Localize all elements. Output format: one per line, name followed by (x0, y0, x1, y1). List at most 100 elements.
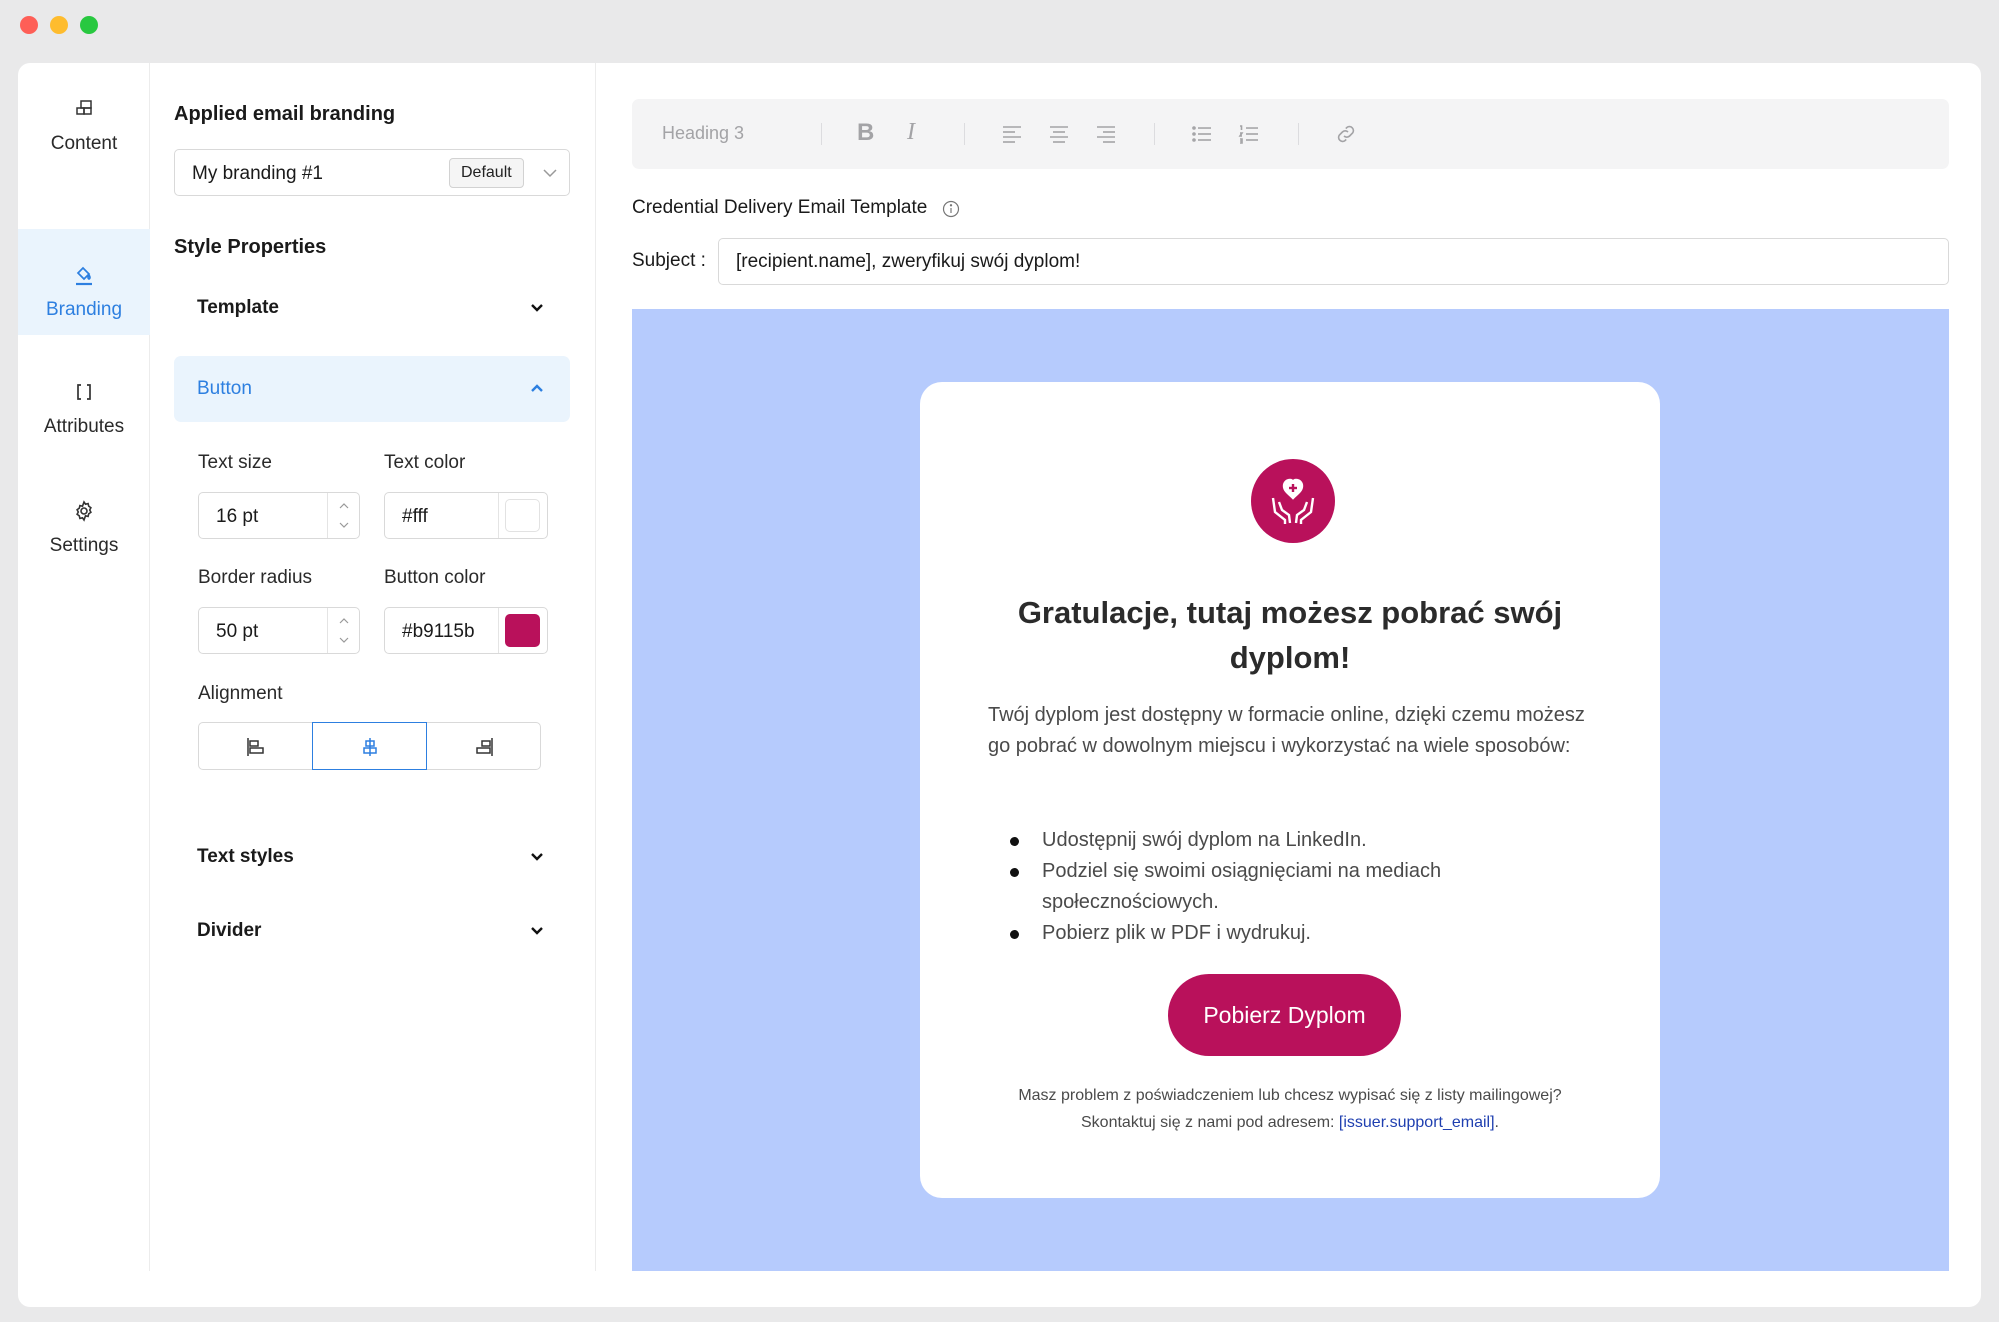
hands-heart-icon (1271, 478, 1315, 524)
border-radius-label: Border radius (198, 567, 313, 588)
stepper-up-icon[interactable] (338, 615, 350, 627)
alignment-group (198, 722, 542, 770)
template-title: Credential Delivery Email Template (632, 197, 928, 218)
text-color-label: Text color (384, 452, 466, 473)
minimize-window-button[interactable] (50, 16, 68, 34)
chevron-down-icon (531, 927, 543, 935)
list-item: Udostępnij swój dyplom na LinkedIn. (1010, 825, 1590, 856)
logo (1251, 459, 1335, 543)
stepper-controls (327, 493, 360, 538)
maximize-window-button[interactable] (80, 16, 98, 34)
button-color-label: Button color (384, 567, 486, 588)
align-center-button[interactable] (312, 722, 427, 770)
alignment-label: Alignment (198, 683, 283, 704)
list-item: Podziel się swoimi osiągnięciami na medi… (1010, 856, 1590, 918)
content-blocks-icon (76, 100, 92, 115)
border-radius-value: 50 pt (216, 621, 259, 642)
heading-select[interactable]: Heading 3 (662, 123, 744, 144)
footer-prefix: Skontaktuj się z nami pod adresem: (1081, 1114, 1339, 1131)
align-left-icon (247, 738, 264, 756)
stepper-controls (327, 608, 360, 653)
subject-input[interactable] (718, 238, 1949, 285)
align-right-icon (476, 738, 493, 756)
section-button-label: Button (197, 378, 252, 399)
section-button[interactable]: Button (174, 356, 570, 422)
email-card: Gratulacje, tutaj możesz pobrać swój dyp… (920, 382, 1660, 1198)
footer-line-2: Skontaktuj się z nami pod adresem: [issu… (940, 1109, 1640, 1136)
email-heading: Gratulacje, tutaj możesz pobrać swój dyp… (1017, 595, 1563, 675)
text-color-input[interactable]: #fff (384, 492, 548, 539)
align-center-icon (363, 738, 377, 756)
section-divider-label: Divider (197, 920, 262, 941)
button-color-swatch[interactable] (505, 614, 540, 647)
subject-label: Subject : (632, 250, 706, 271)
email-bullet-list: Udostępnij swój dyplom na LinkedIn. Podz… (1010, 825, 1590, 949)
close-window-button[interactable] (20, 16, 38, 34)
button-color-value: #b9115b (402, 621, 475, 642)
support-email-link[interactable]: [issuer.support_email] (1339, 1114, 1495, 1131)
nav-item-attributes[interactable]: Attributes (18, 346, 150, 452)
section-text-styles[interactable]: Text styles (174, 824, 570, 890)
swatch-wrap (498, 493, 547, 538)
default-badge: Default (449, 158, 524, 188)
nav-item-label: Settings (49, 535, 119, 556)
swatch-wrap (498, 608, 547, 653)
toolbar-divider (1154, 123, 1155, 145)
align-right-button[interactable] (426, 722, 541, 770)
align-right-text-icon[interactable] (1094, 122, 1118, 146)
email-body-text: Twój dyplom jest dostępny w formacie onl… (988, 704, 1585, 757)
bulleted-list-icon[interactable] (1190, 122, 1214, 146)
toolbar-divider (964, 123, 965, 145)
list-item: Pobierz plik w PDF i wydrukuj. (1010, 918, 1590, 949)
text-color-value: #fff (402, 506, 428, 527)
footer-line-1: Masz problem z poświadczeniem lub chcesz… (1018, 1087, 1562, 1104)
section-divider[interactable]: Divider (174, 898, 570, 964)
style-panel: Applied email branding My branding #1 De… (150, 63, 596, 1271)
window-titlebar (0, 0, 1999, 47)
toolbar-divider (1298, 123, 1299, 145)
align-left-button[interactable] (198, 722, 313, 770)
branding-heading: Applied email branding (174, 103, 396, 125)
toolbar-divider (821, 123, 822, 145)
align-center-text-icon[interactable] (1047, 122, 1071, 146)
section-template-label: Template (197, 297, 280, 318)
chevron-down-icon (543, 169, 557, 178)
nav-item-label: Content (50, 133, 118, 154)
text-color-swatch[interactable] (505, 499, 540, 532)
branding-select[interactable]: My branding #1 Default (174, 149, 570, 196)
chevron-down-icon (531, 304, 543, 312)
paint-bucket-icon (76, 266, 92, 286)
chevron-down-icon (531, 853, 543, 861)
info-icon[interactable] (942, 200, 960, 218)
align-left-text-icon[interactable] (1000, 122, 1024, 146)
stepper-down-icon[interactable] (338, 634, 350, 646)
nav-item-label: Attributes (43, 416, 125, 437)
nav-item-settings[interactable]: Settings (18, 465, 150, 571)
chevron-up-icon (531, 384, 543, 392)
email-footer: Masz problem z poświadczeniem lub chcesz… (940, 1082, 1640, 1136)
nav-item-label: Branding (45, 299, 123, 320)
left-nav: Content Branding Attributes Settings (18, 63, 150, 1271)
stepper-down-icon[interactable] (338, 519, 350, 531)
text-size-label: Text size (198, 452, 272, 473)
border-radius-stepper[interactable]: 50 pt (198, 607, 360, 654)
email-preview-canvas: Gratulacje, tutaj możesz pobrać swój dyp… (632, 309, 1949, 1271)
section-template[interactable]: Template (174, 275, 570, 341)
download-diploma-button[interactable]: Pobierz Dyplom (1168, 974, 1401, 1056)
editor-toolbar: Heading 3 B I (632, 99, 1949, 169)
style-properties-heading: Style Properties (174, 236, 327, 258)
text-size-stepper[interactable]: 16 pt (198, 492, 360, 539)
bold-button[interactable]: B (857, 119, 874, 147)
nav-item-content[interactable]: Content (18, 63, 150, 169)
nav-item-branding[interactable]: Branding (18, 229, 150, 335)
brackets-icon (77, 384, 91, 400)
footer-suffix: . (1494, 1114, 1499, 1131)
stepper-up-icon[interactable] (338, 500, 350, 512)
gear-icon (76, 500, 92, 522)
link-icon[interactable] (1334, 122, 1358, 146)
text-size-value: 16 pt (216, 506, 259, 527)
button-color-input[interactable]: #b9115b (384, 607, 548, 654)
section-text-styles-label: Text styles (197, 846, 294, 867)
numbered-list-icon[interactable] (1237, 122, 1261, 146)
italic-button[interactable]: I (907, 119, 915, 146)
